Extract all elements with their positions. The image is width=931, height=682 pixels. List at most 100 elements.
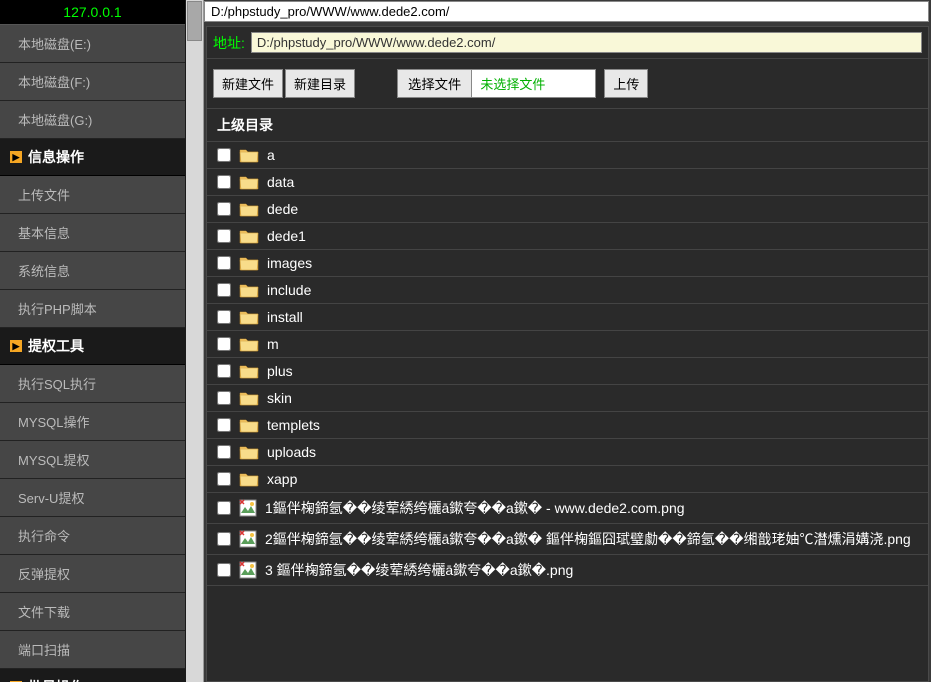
row-checkbox[interactable]: [217, 445, 231, 459]
drive-item[interactable]: 本地磁盘(E:): [0, 25, 185, 63]
nav-item[interactable]: 执行SQL执行: [0, 365, 185, 403]
top-path-bar[interactable]: D:/phpstudy_pro/WWW/www.dede2.com/: [204, 1, 929, 22]
entry-name: include: [267, 282, 311, 298]
entry-name: dede1: [267, 228, 306, 244]
drive-item[interactable]: 本地磁盘(G:): [0, 101, 185, 139]
row-checkbox[interactable]: [217, 391, 231, 405]
row-checkbox[interactable]: [217, 364, 231, 378]
nav-item[interactable]: 端口扫描: [0, 631, 185, 669]
entry-name: plus: [267, 363, 293, 379]
row-checkbox[interactable]: [217, 202, 231, 216]
entry-name: 1鏂伴椈鍗氬��绫荤綉绔欐ā鏉夸��a鏉� - www.dede2.com.pn…: [265, 498, 685, 518]
row-checkbox[interactable]: [217, 472, 231, 486]
row-checkbox[interactable]: [217, 310, 231, 324]
row-checkbox[interactable]: [217, 229, 231, 243]
file-row[interactable]: 1鏂伴椈鍗氬��绫荤綉绔欐ā鏉夸��a鏉� - www.dede2.com.pn…: [207, 493, 928, 524]
entry-name: m: [267, 336, 279, 352]
folder-icon: [239, 336, 259, 352]
address-input[interactable]: [251, 32, 922, 53]
new-file-button[interactable]: 新建文件: [213, 69, 283, 98]
entry-name: images: [267, 255, 312, 271]
folder-icon: [239, 309, 259, 325]
scroll-thumb[interactable]: [187, 1, 202, 41]
nav-item[interactable]: MYSQL提权: [0, 441, 185, 479]
nav-item[interactable]: 反弹提权: [0, 555, 185, 593]
sidebar: 127.0.0.1 本地磁盘(E:)本地磁盘(F:)本地磁盘(G:) ▶ 信息操作上…: [0, 0, 186, 682]
folder-row[interactable]: dede1: [207, 223, 928, 250]
nav-section-header[interactable]: ▶ 信息操作: [0, 139, 185, 176]
folder-row[interactable]: m: [207, 331, 928, 358]
nav-section-header[interactable]: ▶批量操作: [0, 669, 185, 682]
image-file-icon: [239, 530, 257, 548]
row-checkbox[interactable]: [217, 283, 231, 297]
image-file-icon: [239, 499, 257, 517]
content-wrap: 地址: 新建文件 新建目录 选择文件 未选择文件 上传 上级目录 adata de…: [206, 26, 929, 682]
folder-icon: [239, 147, 259, 163]
row-checkbox[interactable]: [217, 256, 231, 270]
ip-header: 127.0.0.1: [0, 0, 185, 25]
nav-item[interactable]: 执行命令: [0, 517, 185, 555]
folder-icon: [239, 390, 259, 406]
entry-name: 3 鏂伴椈鍗氬��绫荤綉绔欐ā鏉夸��a鏉�.png: [265, 560, 573, 580]
nav-item[interactable]: 系统信息: [0, 252, 185, 290]
entry-name: xapp: [267, 471, 297, 487]
folder-row[interactable]: xapp: [207, 466, 928, 493]
folder-row[interactable]: dede: [207, 196, 928, 223]
entry-name: skin: [267, 390, 292, 406]
nav-item[interactable]: MYSQL操作: [0, 403, 185, 441]
arrow-icon: ▶: [10, 151, 22, 163]
nav-item[interactable]: 执行PHP脚本: [0, 290, 185, 328]
folder-icon: [239, 228, 259, 244]
file-row[interactable]: 2鏂伴椈鍗氬��绫荤綉绔欐ā鏉夸��a鏉� 鏂伴椈鏂囧珷璧勮��鍗氬��缃戠珯妯…: [207, 524, 928, 555]
folder-icon: [239, 444, 259, 460]
nav-item[interactable]: 上传文件: [0, 176, 185, 214]
folder-row[interactable]: images: [207, 250, 928, 277]
entry-name: uploads: [267, 444, 316, 460]
parent-dir-link[interactable]: 上级目录: [207, 109, 928, 142]
address-label: 地址:: [213, 33, 245, 53]
row-checkbox[interactable]: [217, 501, 231, 515]
nav-section-title: 提权工具: [28, 336, 84, 356]
sidebar-scrollbar[interactable]: [186, 0, 204, 682]
new-dir-button[interactable]: 新建目录: [285, 69, 355, 98]
folder-row[interactable]: plus: [207, 358, 928, 385]
row-checkbox[interactable]: [217, 418, 231, 432]
toolbar: 新建文件 新建目录 选择文件 未选择文件 上传: [207, 59, 928, 109]
row-checkbox[interactable]: [217, 337, 231, 351]
row-checkbox[interactable]: [217, 563, 231, 577]
choose-file-button[interactable]: 选择文件: [398, 70, 472, 97]
no-file-label: 未选择文件: [472, 74, 595, 93]
folder-icon: [239, 255, 259, 271]
main-panel: D:/phpstudy_pro/WWW/www.dede2.com/ 地址: 新…: [186, 0, 931, 682]
folder-row[interactable]: a: [207, 142, 928, 169]
folder-icon: [239, 471, 259, 487]
row-checkbox[interactable]: [217, 175, 231, 189]
nav-item[interactable]: 基本信息: [0, 214, 185, 252]
file-chooser: 选择文件 未选择文件: [397, 69, 596, 98]
nav-section-header[interactable]: ▶ 提权工具: [0, 328, 185, 365]
folder-row[interactable]: data: [207, 169, 928, 196]
row-checkbox[interactable]: [217, 148, 231, 162]
upload-button[interactable]: 上传: [604, 69, 648, 98]
nav-section-title: 批量操作: [28, 677, 84, 682]
folder-icon: [239, 363, 259, 379]
file-row[interactable]: 3 鏂伴椈鍗氬��绫荤綉绔欐ā鏉夸��a鏉�.png: [207, 555, 928, 586]
folder-row[interactable]: include: [207, 277, 928, 304]
drive-item[interactable]: 本地磁盘(F:): [0, 63, 185, 101]
folder-row[interactable]: install: [207, 304, 928, 331]
entry-name: templets: [267, 417, 320, 433]
folder-row[interactable]: templets: [207, 412, 928, 439]
folder-icon: [239, 282, 259, 298]
folder-icon: [239, 174, 259, 190]
arrow-icon: ▶: [10, 340, 22, 352]
folder-row[interactable]: uploads: [207, 439, 928, 466]
nav-item[interactable]: Serv-U提权: [0, 479, 185, 517]
nav-section-title: 信息操作: [28, 147, 84, 167]
nav-item[interactable]: 文件下载: [0, 593, 185, 631]
entry-name: dede: [267, 201, 298, 217]
folder-row[interactable]: skin: [207, 385, 928, 412]
row-checkbox[interactable]: [217, 532, 231, 546]
folder-icon: [239, 417, 259, 433]
image-file-icon: [239, 561, 257, 579]
entry-name: install: [267, 309, 303, 325]
